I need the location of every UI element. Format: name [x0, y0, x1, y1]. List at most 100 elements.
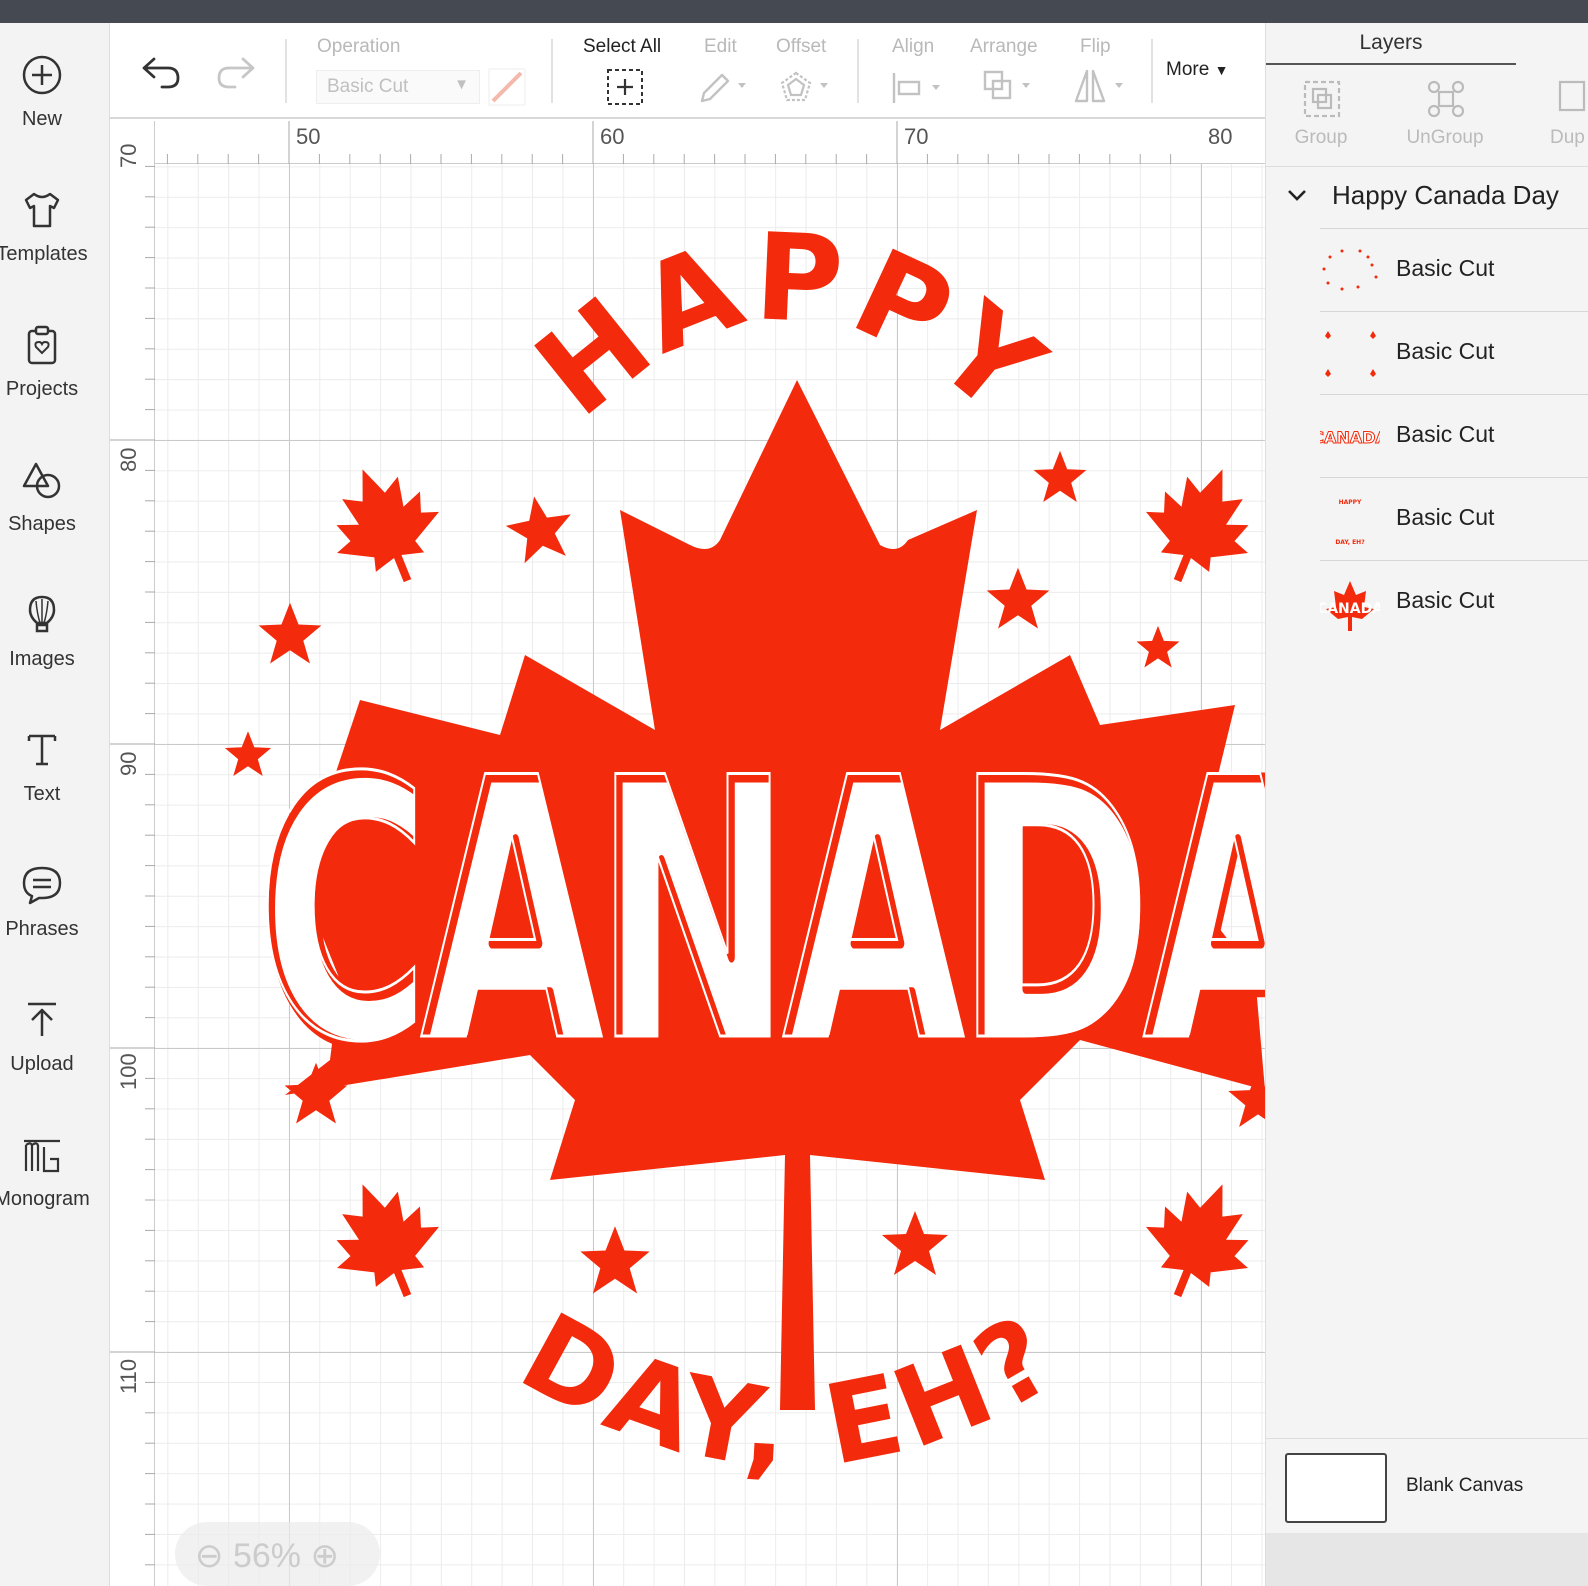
offset-label: Offset	[776, 36, 827, 57]
plus-circle-icon	[22, 55, 62, 95]
sidebar-item-shapes[interactable]: Shapes	[0, 438, 110, 558]
more-button[interactable]: More ▼	[1166, 59, 1228, 81]
sidebar-item-text[interactable]: Text	[0, 708, 110, 828]
sidebar-item-images[interactable]: Images	[0, 573, 110, 693]
lightbulb-icon	[28, 595, 56, 633]
sidebar-item-label: Shapes	[8, 513, 76, 535]
toolbar-divider	[1151, 39, 1153, 103]
ungroup-icon	[1427, 80, 1465, 118]
sidebar-item-monogram[interactable]: Monogram	[0, 1113, 110, 1233]
canada-text-thumb: CANADA	[1320, 428, 1380, 448]
duplicate-button[interactable]: Dup	[1514, 67, 1588, 167]
clipboard-heart-icon	[27, 325, 57, 365]
layer-row[interactable]: CANADA Basic Cut	[1320, 560, 1588, 643]
ruler-top: 50 60 70 80	[155, 121, 1265, 164]
sidebar-item-label: Phrases	[5, 918, 79, 940]
layer-name: Basic Cut	[1396, 338, 1495, 364]
sidebar-item-phrases[interactable]: Phrases	[0, 843, 110, 963]
arrange-label: Arrange	[970, 36, 1038, 57]
group-icon	[1303, 80, 1341, 118]
happy-canada-day-design[interactable]: HAPPY CANADA CANADA DAY, EH?	[155, 164, 1265, 1586]
ruler-number: 70	[116, 143, 141, 168]
layer-name: Basic Cut	[1396, 587, 1495, 613]
sidebar-item-projects[interactable]: Projects	[0, 303, 110, 423]
ruler-number: 80	[1208, 124, 1233, 149]
ruler-left: 70 80 90 100 110	[110, 121, 155, 1586]
redo-icon[interactable]	[215, 56, 257, 90]
happy-day-text-thumb: HAPPY DAY, EH?	[1335, 499, 1365, 546]
panel-tabs: Layers	[1266, 23, 1588, 65]
panel-bottom-bar	[1266, 1533, 1588, 1586]
flip-label: Flip	[1080, 36, 1111, 57]
stars-thumb	[1322, 249, 1378, 291]
sidebar-item-label: Text	[23, 783, 61, 805]
layer-row[interactable]: Basic Cut	[1320, 311, 1588, 394]
blank-canvas-swatch[interactable]	[1285, 1453, 1387, 1523]
leaves-thumb	[1325, 331, 1376, 377]
top-toolbar: Operation Basic Cut ▼ Select All Edit Of…	[110, 23, 1265, 119]
layer-name: Basic Cut	[1396, 504, 1495, 530]
zoom-out-icon[interactable]: ⊖	[195, 1537, 224, 1575]
layer-row[interactable]: CANADA Basic Cut	[1320, 394, 1588, 477]
chevron-down-icon: ▼	[454, 76, 469, 93]
zoom-level: 56%	[232, 1537, 302, 1575]
arrange-icon[interactable]	[982, 69, 1038, 105]
ruler-number: 110	[116, 1358, 141, 1394]
sidebar-item-label: New	[21, 108, 62, 130]
layer-group-row[interactable]: Happy Canada Day	[1266, 168, 1588, 228]
select-all-label: Select All	[583, 36, 662, 57]
flip-icon[interactable]	[1073, 67, 1129, 105]
monogram-icon	[24, 1139, 60, 1173]
svg-text:HAPPY: HAPPY	[1339, 499, 1362, 506]
shapes-icon	[22, 462, 61, 499]
group-button[interactable]: Group	[1266, 67, 1376, 167]
layer-row[interactable]: Basic Cut	[1320, 228, 1588, 311]
left-sidebar: New Templates Projects Shapes Images Tex…	[0, 23, 110, 1586]
ruler-number: 50	[296, 124, 321, 149]
tshirt-icon	[24, 192, 60, 228]
group-label: Group	[1294, 127, 1348, 148]
sidebar-item-label: Upload	[10, 1053, 74, 1075]
undo-icon[interactable]	[140, 56, 182, 90]
chevron-down-icon[interactable]	[1286, 186, 1308, 204]
layer-name: Basic Cut	[1396, 421, 1495, 447]
ungroup-button[interactable]: UnGroup	[1390, 67, 1500, 167]
layer-row[interactable]: HAPPY DAY, EH? Basic Cut	[1320, 477, 1588, 560]
layer-name: Basic Cut	[1396, 255, 1495, 281]
sidebar-item-upload[interactable]: Upload	[0, 978, 110, 1098]
ruler-number: 80	[116, 447, 141, 472]
layer-actions: Group UnGroup Dup	[1266, 67, 1588, 167]
sidebar-item-label: Monogram	[0, 1188, 90, 1210]
tab-layers[interactable]: Layers	[1266, 23, 1516, 65]
offset-icon[interactable]	[776, 69, 832, 105]
ruler-number: 90	[116, 751, 141, 776]
zoom-control[interactable]: ⊖ 56% ⊕	[175, 1522, 380, 1586]
sidebar-item-label: Projects	[5, 378, 79, 400]
blank-canvas-row[interactable]: Blank Canvas	[1266, 1438, 1588, 1533]
sidebar-item-templates[interactable]: Templates	[0, 168, 110, 288]
more-label: More	[1166, 59, 1210, 80]
duplicate-icon	[1558, 80, 1586, 112]
sidebar-item-label: Images	[9, 648, 75, 670]
align-label: Align	[892, 36, 935, 57]
material-color-swatch[interactable]	[488, 68, 526, 106]
duplicate-label: Dup	[1550, 127, 1585, 148]
zoom-in-icon[interactable]: ⊕	[310, 1537, 339, 1575]
operation-label: Operation	[317, 36, 401, 57]
speech-bubble-icon	[22, 866, 62, 905]
edit-pencil-icon[interactable]	[698, 69, 750, 105]
svg-text:DAY, EH?: DAY, EH?	[1335, 539, 1365, 546]
ruler-number: 70	[904, 124, 929, 149]
ruler-number: 60	[600, 124, 625, 149]
text-icon	[27, 734, 57, 766]
align-icon[interactable]	[890, 71, 946, 105]
sidebar-item-label: Templates	[0, 243, 88, 265]
design-canvas[interactable]: HAPPY CANADA CANADA DAY, EH?	[155, 164, 1265, 1586]
canada-text-inner-outline: CANADA	[256, 702, 1265, 1121]
layers-panel: Layers Group UnGroup Dup Happy Canada Da…	[1265, 23, 1588, 1586]
toolbar-divider	[285, 39, 287, 103]
full-design-thumb: CANADA	[1320, 581, 1380, 631]
sidebar-item-new[interactable]: New	[0, 33, 110, 153]
operation-select[interactable]: Basic Cut ▼	[316, 70, 480, 104]
select-all-icon[interactable]	[606, 68, 644, 106]
